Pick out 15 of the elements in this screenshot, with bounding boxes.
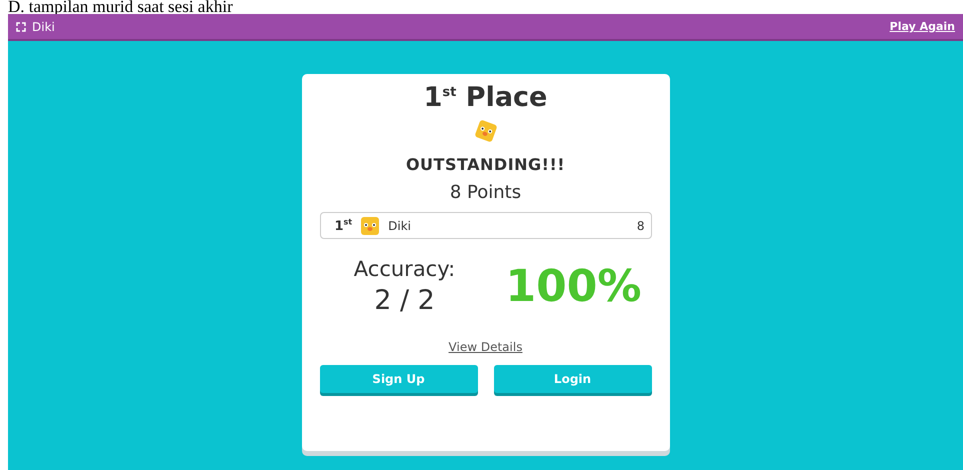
view-details-link[interactable]: View Details xyxy=(448,340,522,354)
play-again-link[interactable]: Play Again xyxy=(890,20,955,33)
accuracy-fraction: 2 / 2 xyxy=(374,285,435,316)
accuracy-label: Accuracy: xyxy=(354,257,456,281)
result-message: OUTSTANDING!!! xyxy=(406,155,566,174)
player-name: Diki xyxy=(388,218,412,232)
place-title: 1$^{st}$ Place xyxy=(424,82,548,113)
accuracy-percent: 100% xyxy=(506,261,642,312)
avatar-icon xyxy=(360,216,380,236)
caption-text: D. tampilan murid saat sesi akhir xyxy=(8,0,234,14)
fullscreen-icon[interactable] xyxy=(16,22,26,32)
score-text: 8 xyxy=(636,218,644,232)
player-name: Diki xyxy=(32,20,55,34)
points-text: 8 Points xyxy=(450,182,522,203)
rank-text: 1$^{st}$ xyxy=(334,217,352,234)
